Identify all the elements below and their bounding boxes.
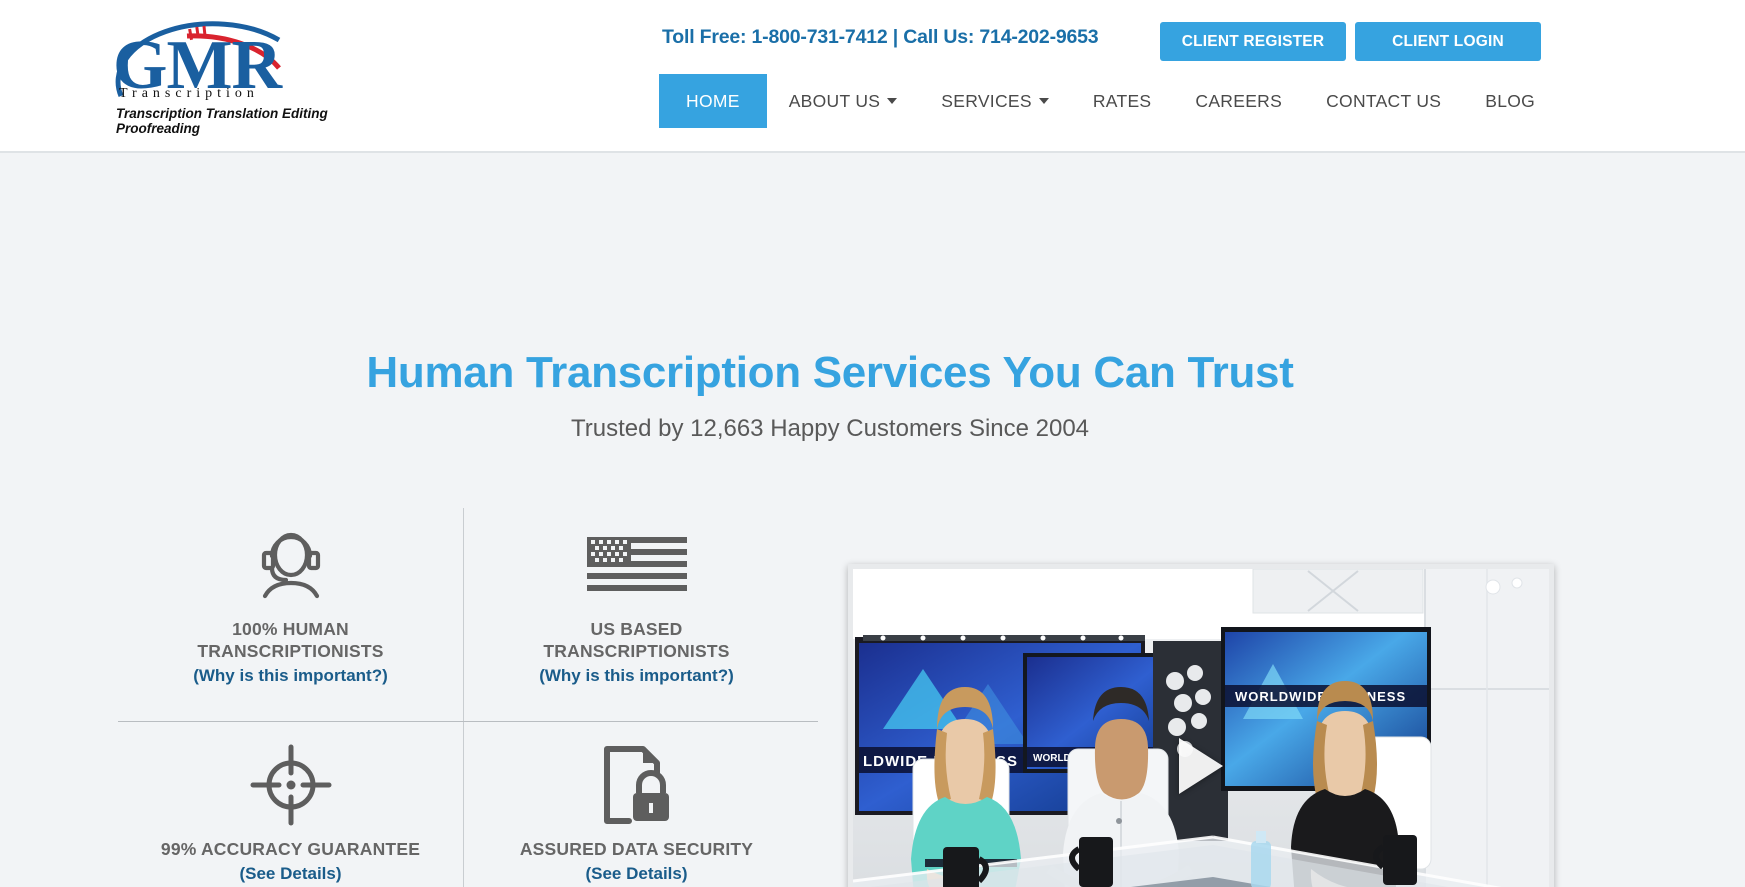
nav-label-services: SERVICES xyxy=(941,90,1032,111)
site-logo[interactable]: GMR Transcription Transcription Translat… xyxy=(113,10,413,136)
logo-tagline: Transcription Translation Editing Proofr… xyxy=(116,106,328,136)
play-icon[interactable] xyxy=(1179,738,1223,794)
feature-link-see-details[interactable]: (See Details) xyxy=(118,864,463,884)
hero-section: Human Transcription Services You Can Tru… xyxy=(0,153,1745,887)
nav-item-home[interactable]: HOME xyxy=(659,74,767,128)
feature-title-line2: TRANSCRIPTIONISTS xyxy=(197,641,384,662)
main-navigation: HOME ABOUT US SERVICES RATES CAREERS CON… xyxy=(659,74,1557,128)
feature-data-security: ASSURED DATA SECURITY (See Details) xyxy=(464,746,809,884)
page-title: Human Transcription Services You Can Tru… xyxy=(366,348,1294,397)
page-subtitle: Trusted by 12,663 Happy Customers Since … xyxy=(570,415,1090,442)
nav-item-services[interactable]: SERVICES xyxy=(919,74,1071,128)
feature-link-why-important[interactable]: (Why is this important?) xyxy=(464,666,809,686)
nav-item-blog[interactable]: BLOG xyxy=(1463,74,1557,128)
target-icon xyxy=(118,744,463,826)
feature-link-see-details[interactable]: (See Details) xyxy=(464,864,809,884)
header-contact-info[interactable]: Toll Free: 1-800-731-7412 | Call Us: 714… xyxy=(662,26,1099,49)
feature-title-line1: ASSURED DATA SECURITY xyxy=(519,839,754,859)
us-flag-icon xyxy=(464,528,809,602)
feature-human-transcriptionists: 100% HUMAN TRANSCRIPTIONISTS (Why is thi… xyxy=(118,528,463,686)
feature-title-line1: 100% HUMAN xyxy=(232,619,349,639)
video-section: LDWIDE BUSINESS WORLDWIDE BUSINESS xyxy=(848,564,1554,887)
feature-title: 100% HUMAN TRANSCRIPTIONISTS xyxy=(118,618,463,662)
site-header: GMR Transcription Transcription Translat… xyxy=(0,0,1745,153)
feature-title: 99% ACCURACY GUARANTEE xyxy=(118,838,463,860)
video-frame: LDWIDE BUSINESS WORLDWIDE BUSINESS xyxy=(848,564,1554,887)
feature-title-line1: US BASED xyxy=(590,619,683,639)
nav-item-contact-us[interactable]: CONTACT US xyxy=(1304,74,1463,128)
feature-title: ASSURED DATA SECURITY xyxy=(464,838,809,860)
chevron-down-icon xyxy=(887,98,898,104)
nav-label-about-us: ABOUT US xyxy=(788,90,881,111)
client-login-button[interactable]: CLIENT LOGIN xyxy=(1355,22,1541,61)
client-register-button[interactable]: CLIENT REGISTER xyxy=(1160,22,1346,61)
feature-title-line2: TRANSCRIPTIONISTS xyxy=(543,641,730,662)
studio-photo: LDWIDE BUSINESS WORLDWIDE BUSINESS xyxy=(853,569,1549,887)
feature-grid: 100% HUMAN TRANSCRIPTIONISTS (Why is thi… xyxy=(118,508,818,887)
feature-accuracy-guarantee: 99% ACCURACY GUARANTEE (See Details) xyxy=(118,744,463,884)
nav-label-rates: RATES xyxy=(1092,90,1152,111)
nav-label-contact-us: CONTACT US xyxy=(1326,90,1442,111)
nav-item-about-us[interactable]: ABOUT US xyxy=(767,74,920,128)
logo-subtitle: Transcription xyxy=(119,86,259,101)
feature-link-why-important[interactable]: (Why is this important?) xyxy=(118,666,463,686)
feature-us-based-transcriptionists: US BASED TRANSCRIPTIONISTS (Why is this … xyxy=(464,528,809,686)
feature-title-line1: 99% ACCURACY GUARANTEE xyxy=(160,839,421,859)
nav-item-careers[interactable]: CAREERS xyxy=(1173,74,1304,128)
nav-label-blog: BLOG xyxy=(1485,90,1536,111)
document-lock-icon xyxy=(464,746,809,824)
nav-label-careers: CAREERS xyxy=(1195,90,1283,111)
video-thumbnail[interactable]: LDWIDE BUSINESS WORLDWIDE BUSINESS xyxy=(853,569,1549,887)
chevron-down-icon xyxy=(1038,98,1049,104)
feature-title: US BASED TRANSCRIPTIONISTS xyxy=(464,618,809,662)
nav-label-home: HOME xyxy=(686,90,740,111)
grid-horizontal-divider xyxy=(118,721,818,722)
headset-icon xyxy=(118,528,463,602)
nav-item-rates[interactable]: RATES xyxy=(1071,74,1174,128)
